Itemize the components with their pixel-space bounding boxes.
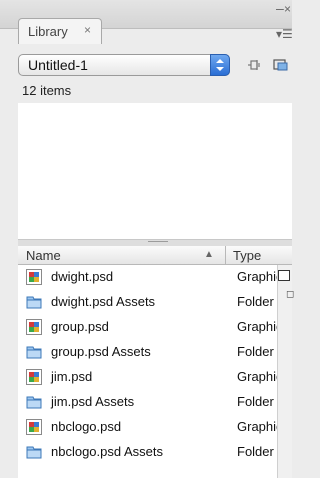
document-select-value: Untitled-1	[28, 57, 88, 73]
list-item-name: group.psd Assets	[51, 344, 151, 359]
tab-close-icon[interactable]: ×	[84, 23, 91, 37]
list-item-name: nbclogo.psd	[51, 419, 122, 434]
list-item-type: Graphic	[237, 319, 277, 334]
list-item-name: group.psd	[51, 319, 109, 334]
tab-library-label: Library	[28, 24, 68, 39]
graphic-icon	[26, 419, 42, 435]
window-icon[interactable]	[278, 270, 290, 281]
list-item[interactable]: jim.psd Assets Folder	[18, 390, 277, 414]
list-header: Name ▲ Type	[18, 246, 292, 265]
list-item-type: Graphic	[237, 419, 277, 434]
preview-area	[18, 103, 292, 239]
folder-icon	[26, 394, 42, 410]
folder-icon	[26, 294, 42, 310]
small-square-icon: ◻	[286, 289, 295, 300]
folder-icon	[26, 344, 42, 360]
list-item[interactable]: dwight.psd Assets Folder	[18, 290, 277, 314]
list-item-name: dwight.psd	[51, 269, 114, 284]
minimize-icon[interactable]: –	[276, 0, 284, 16]
panel-menu-icon[interactable]: ▾☰	[276, 27, 293, 41]
sort-ascending-icon[interactable]: ▲	[204, 249, 214, 260]
list-item[interactable]: nbclogo.psd Assets Folder	[18, 440, 277, 464]
list-item-name: jim.psd Assets	[51, 394, 135, 409]
list-item-type: Folder	[237, 444, 274, 459]
pin-icon[interactable]	[247, 58, 263, 75]
splitter-grip[interactable]	[148, 241, 168, 242]
list-item[interactable]: group.psd Assets Folder	[18, 340, 277, 364]
list-item-type: Folder	[237, 344, 274, 359]
list-item-name: dwight.psd Assets	[51, 294, 156, 309]
folder-icon	[26, 444, 42, 460]
list-item[interactable]: dwight.psd Graphic	[18, 265, 277, 289]
tab-library[interactable]: Library ×	[18, 18, 102, 44]
list-item-type: Graphic	[237, 369, 277, 384]
column-divider[interactable]	[225, 246, 226, 264]
chevron-updown-icon[interactable]	[210, 54, 230, 76]
list-item-name: nbclogo.psd Assets	[51, 444, 164, 459]
graphic-icon	[26, 269, 42, 285]
column-header-name[interactable]: Name	[26, 248, 61, 263]
list-item[interactable]: jim.psd Graphic	[18, 365, 277, 389]
items-count: 12 items	[22, 83, 72, 98]
new-library-window-icon[interactable]	[273, 58, 289, 75]
column-header-type[interactable]: Type	[233, 248, 261, 263]
list-item[interactable]: nbclogo.psd Graphic	[18, 415, 277, 439]
list-item-name: jim.psd	[51, 369, 93, 384]
list-item-type: Folder	[237, 294, 274, 309]
close-icon[interactable]: ×	[284, 2, 291, 16]
list-item-type: Graphic	[237, 269, 277, 284]
document-select[interactable]: Untitled-1	[18, 54, 230, 76]
graphic-icon	[26, 369, 42, 385]
list-item[interactable]: group.psd Graphic	[18, 315, 277, 339]
library-items-list: dwight.psd Graphic dwight.psd Assets Folder…	[18, 265, 292, 478]
list-item-type: Folder	[237, 394, 274, 409]
graphic-icon	[26, 319, 42, 335]
